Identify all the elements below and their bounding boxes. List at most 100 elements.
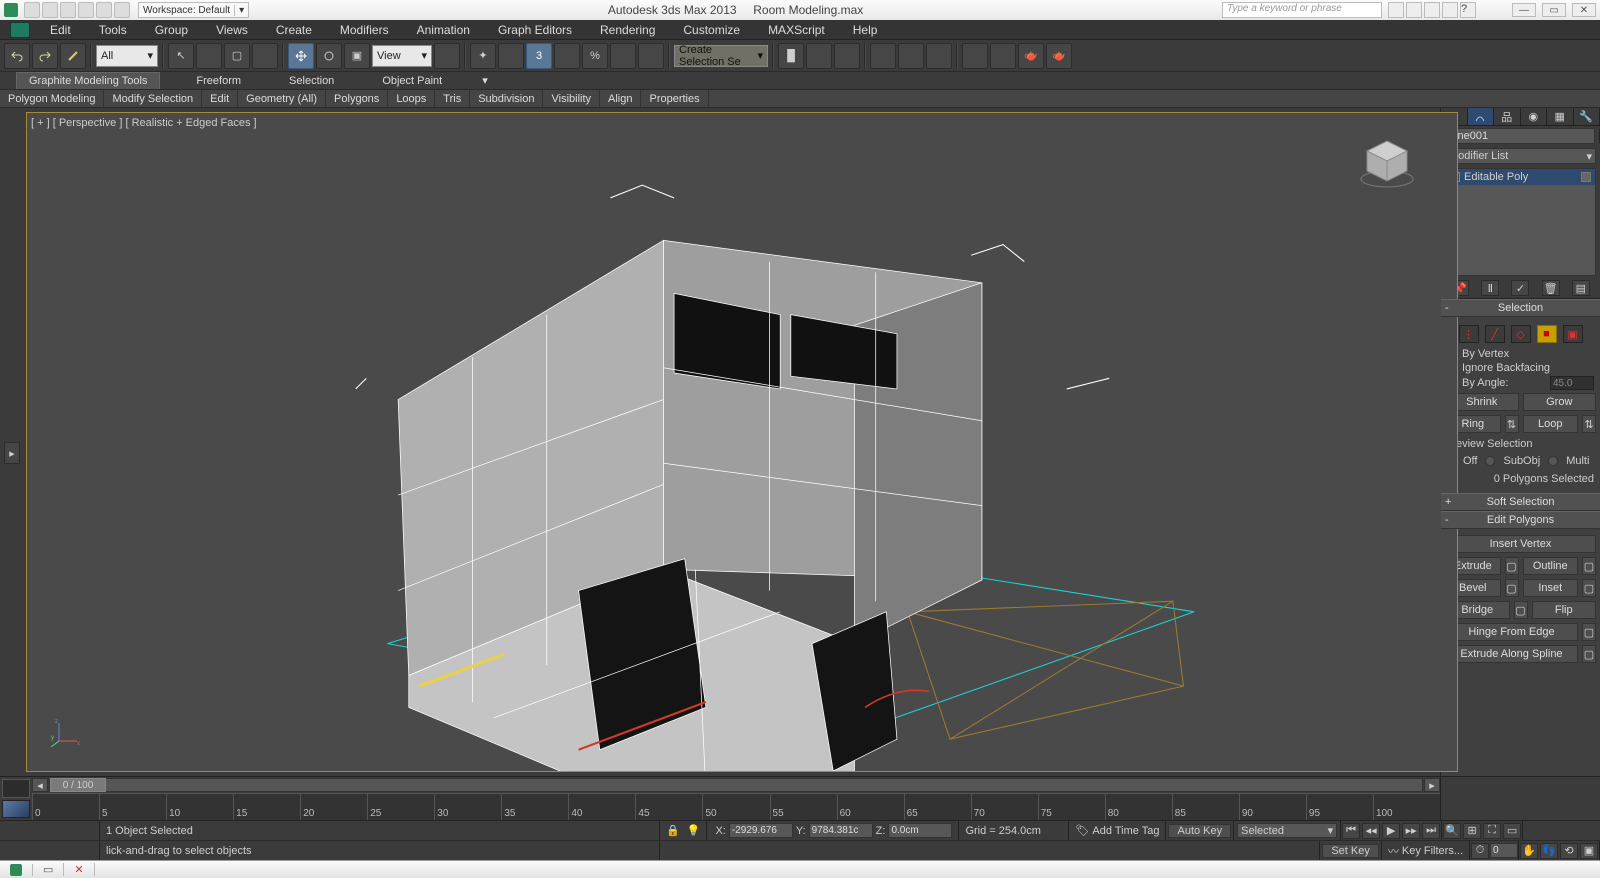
- key-filters-button[interactable]: Key Filters...: [1402, 845, 1463, 857]
- lock-selection-icon[interactable]: 🔒: [666, 824, 680, 837]
- bevel-settings-icon[interactable]: ▢: [1505, 579, 1519, 597]
- qat-project-icon[interactable]: [114, 2, 130, 18]
- by-angle-input[interactable]: [1550, 376, 1594, 390]
- percent-snap-icon[interactable]: %: [582, 43, 608, 69]
- edit-named-sel-icon[interactable]: [638, 43, 664, 69]
- ribbon-sub-polygon-modeling[interactable]: Polygon Modeling: [0, 90, 104, 107]
- workspace-dropdown[interactable]: Workspace: Default ▾: [138, 2, 249, 18]
- viewport-playback-icon[interactable]: ▸: [4, 442, 20, 464]
- keyboard-shortcut-icon[interactable]: [498, 43, 524, 69]
- time-slider-left-icon[interactable]: ◂: [32, 778, 48, 792]
- time-config-icon[interactable]: ⏱: [1471, 843, 1489, 859]
- window-crossing-icon[interactable]: [252, 43, 278, 69]
- rendered-frame-icon[interactable]: [990, 43, 1016, 69]
- subobj-vertex-icon[interactable]: ⋮: [1459, 325, 1479, 343]
- time-tag-icon[interactable]: 🏷: [1075, 824, 1089, 837]
- ribbon-sub-properties[interactable]: Properties: [641, 90, 708, 107]
- nav-fov-icon[interactable]: ▭: [1503, 823, 1521, 839]
- nav-orbit-icon[interactable]: ⟲: [1560, 843, 1578, 859]
- ribbon-tab-freeform[interactable]: Freeform: [184, 72, 253, 89]
- maxscript-listener[interactable]: [0, 821, 100, 840]
- exchange-icon[interactable]: [1424, 2, 1440, 18]
- select-move-icon[interactable]: [288, 43, 314, 69]
- modifier-list-dropdown[interactable]: Modifier List▾: [1445, 148, 1596, 164]
- time-slider-track[interactable]: 0 / 100: [49, 778, 1423, 792]
- ribbon-sub-visibility[interactable]: Visibility: [543, 90, 600, 107]
- timeline-lock-icon[interactable]: [2, 779, 30, 798]
- minimize-button[interactable]: —: [1512, 3, 1536, 17]
- menu-create[interactable]: Create: [262, 20, 326, 39]
- stack-toggle-icon[interactable]: [1581, 172, 1591, 182]
- z-coord-input[interactable]: [888, 823, 952, 838]
- menu-maxscript[interactable]: MAXScript: [754, 20, 839, 39]
- ribbon-sub-geometry[interactable]: Geometry (All): [238, 90, 326, 107]
- ribbon-sub-modify-selection[interactable]: Modify Selection: [104, 90, 202, 107]
- tab-display-icon[interactable]: ▦: [1547, 108, 1574, 125]
- auto-key-button[interactable]: Auto Key: [1168, 824, 1231, 838]
- inset-settings-icon[interactable]: ▢: [1582, 579, 1596, 597]
- ribbon-sub-edit[interactable]: Edit: [202, 90, 238, 107]
- set-key-button[interactable]: Set Key: [1322, 844, 1379, 858]
- named-selection-dropdown[interactable]: Create Selection Se▾: [674, 45, 768, 67]
- make-unique-icon[interactable]: ✓: [1511, 280, 1529, 296]
- select-manipulate-icon[interactable]: ✦: [470, 43, 496, 69]
- layer-manager-icon[interactable]: [834, 43, 860, 69]
- tab-utilities-icon[interactable]: 🔧: [1574, 108, 1600, 125]
- render-iterative-icon[interactable]: 🫖: [1046, 43, 1072, 69]
- inset-button[interactable]: Inset: [1523, 579, 1579, 597]
- qat-undo-icon[interactable]: [78, 2, 94, 18]
- angle-snap-icon[interactable]: [554, 43, 580, 69]
- add-time-tag-button[interactable]: Add Time Tag: [1092, 825, 1159, 837]
- preview-multi-radio[interactable]: [1548, 456, 1558, 466]
- perspective-viewport[interactable]: [ + ] [ Perspective ] [ Realistic + Edge…: [26, 112, 1458, 772]
- select-scale-icon[interactable]: ▣: [344, 43, 370, 69]
- ribbon-expand-icon[interactable]: ▾: [478, 72, 492, 89]
- modifier-stack[interactable]: Editable Poly: [1445, 168, 1596, 276]
- nav-walk-icon[interactable]: 👣: [1540, 843, 1558, 859]
- ref-coord-dropdown[interactable]: View▾: [372, 45, 432, 67]
- hinge-settings-icon[interactable]: ▢: [1582, 623, 1596, 641]
- rollout-edit-polygons-header[interactable]: -Edit Polygons: [1441, 511, 1600, 529]
- task-3dsmax[interactable]: [0, 864, 33, 876]
- key-mode-dropdown[interactable]: Selected▾: [1237, 823, 1337, 838]
- menu-rendering[interactable]: Rendering: [586, 20, 669, 39]
- qat-redo-icon[interactable]: [96, 2, 112, 18]
- tab-motion-icon[interactable]: ◉: [1521, 108, 1548, 125]
- redo-icon[interactable]: [32, 43, 58, 69]
- current-frame-input[interactable]: [1490, 843, 1518, 858]
- y-coord-input[interactable]: [809, 823, 873, 838]
- qat-open-icon[interactable]: [42, 2, 58, 18]
- ribbon-tab-graphite[interactable]: Graphite Modeling Tools: [16, 72, 160, 89]
- snaps-toggle-icon[interactable]: 3: [526, 43, 552, 69]
- grow-button[interactable]: Grow: [1523, 393, 1597, 411]
- nav-max-toggle-icon[interactable]: ▣: [1580, 843, 1598, 859]
- ribbon-tab-selection[interactable]: Selection: [277, 72, 346, 89]
- ring-spinner-icon[interactable]: ⇅: [1505, 415, 1519, 433]
- nav-zoom-icon[interactable]: 🔍: [1443, 823, 1461, 839]
- subobj-edge-icon[interactable]: ╱: [1485, 325, 1505, 343]
- viewcube-icon[interactable]: [1357, 133, 1417, 193]
- prev-frame-icon[interactable]: ◂◂: [1362, 823, 1380, 839]
- material-editor-icon[interactable]: [926, 43, 952, 69]
- menu-modifiers[interactable]: Modifiers: [326, 20, 403, 39]
- loop-spinner-icon[interactable]: ⇅: [1582, 415, 1596, 433]
- maximize-button[interactable]: ▭: [1542, 3, 1566, 17]
- mirror-icon[interactable]: ▐▌: [778, 43, 804, 69]
- menu-tools[interactable]: Tools: [85, 20, 141, 39]
- hinge-button[interactable]: Hinge From Edge: [1445, 623, 1578, 641]
- render-setup-icon[interactable]: [962, 43, 988, 69]
- extrude-spline-settings-icon[interactable]: ▢: [1582, 645, 1596, 663]
- select-rotate-icon[interactable]: [316, 43, 342, 69]
- application-button[interactable]: [4, 20, 36, 39]
- rollout-soft-selection-header[interactable]: +Soft Selection: [1441, 493, 1600, 511]
- menu-help[interactable]: Help: [839, 20, 892, 39]
- subscription-icon[interactable]: [1406, 2, 1422, 18]
- goto-end-icon[interactable]: ⏭: [1422, 823, 1440, 839]
- favorites-icon[interactable]: [1442, 2, 1458, 18]
- insert-vertex-button[interactable]: Insert Vertex: [1445, 535, 1596, 553]
- link-icon[interactable]: [60, 43, 86, 69]
- outline-button[interactable]: Outline: [1523, 557, 1579, 575]
- align-icon[interactable]: [806, 43, 832, 69]
- subobj-element-icon[interactable]: ▣: [1563, 325, 1583, 343]
- timeline-ruler[interactable]: 0510152025303540455055606570758085909510…: [32, 793, 1440, 820]
